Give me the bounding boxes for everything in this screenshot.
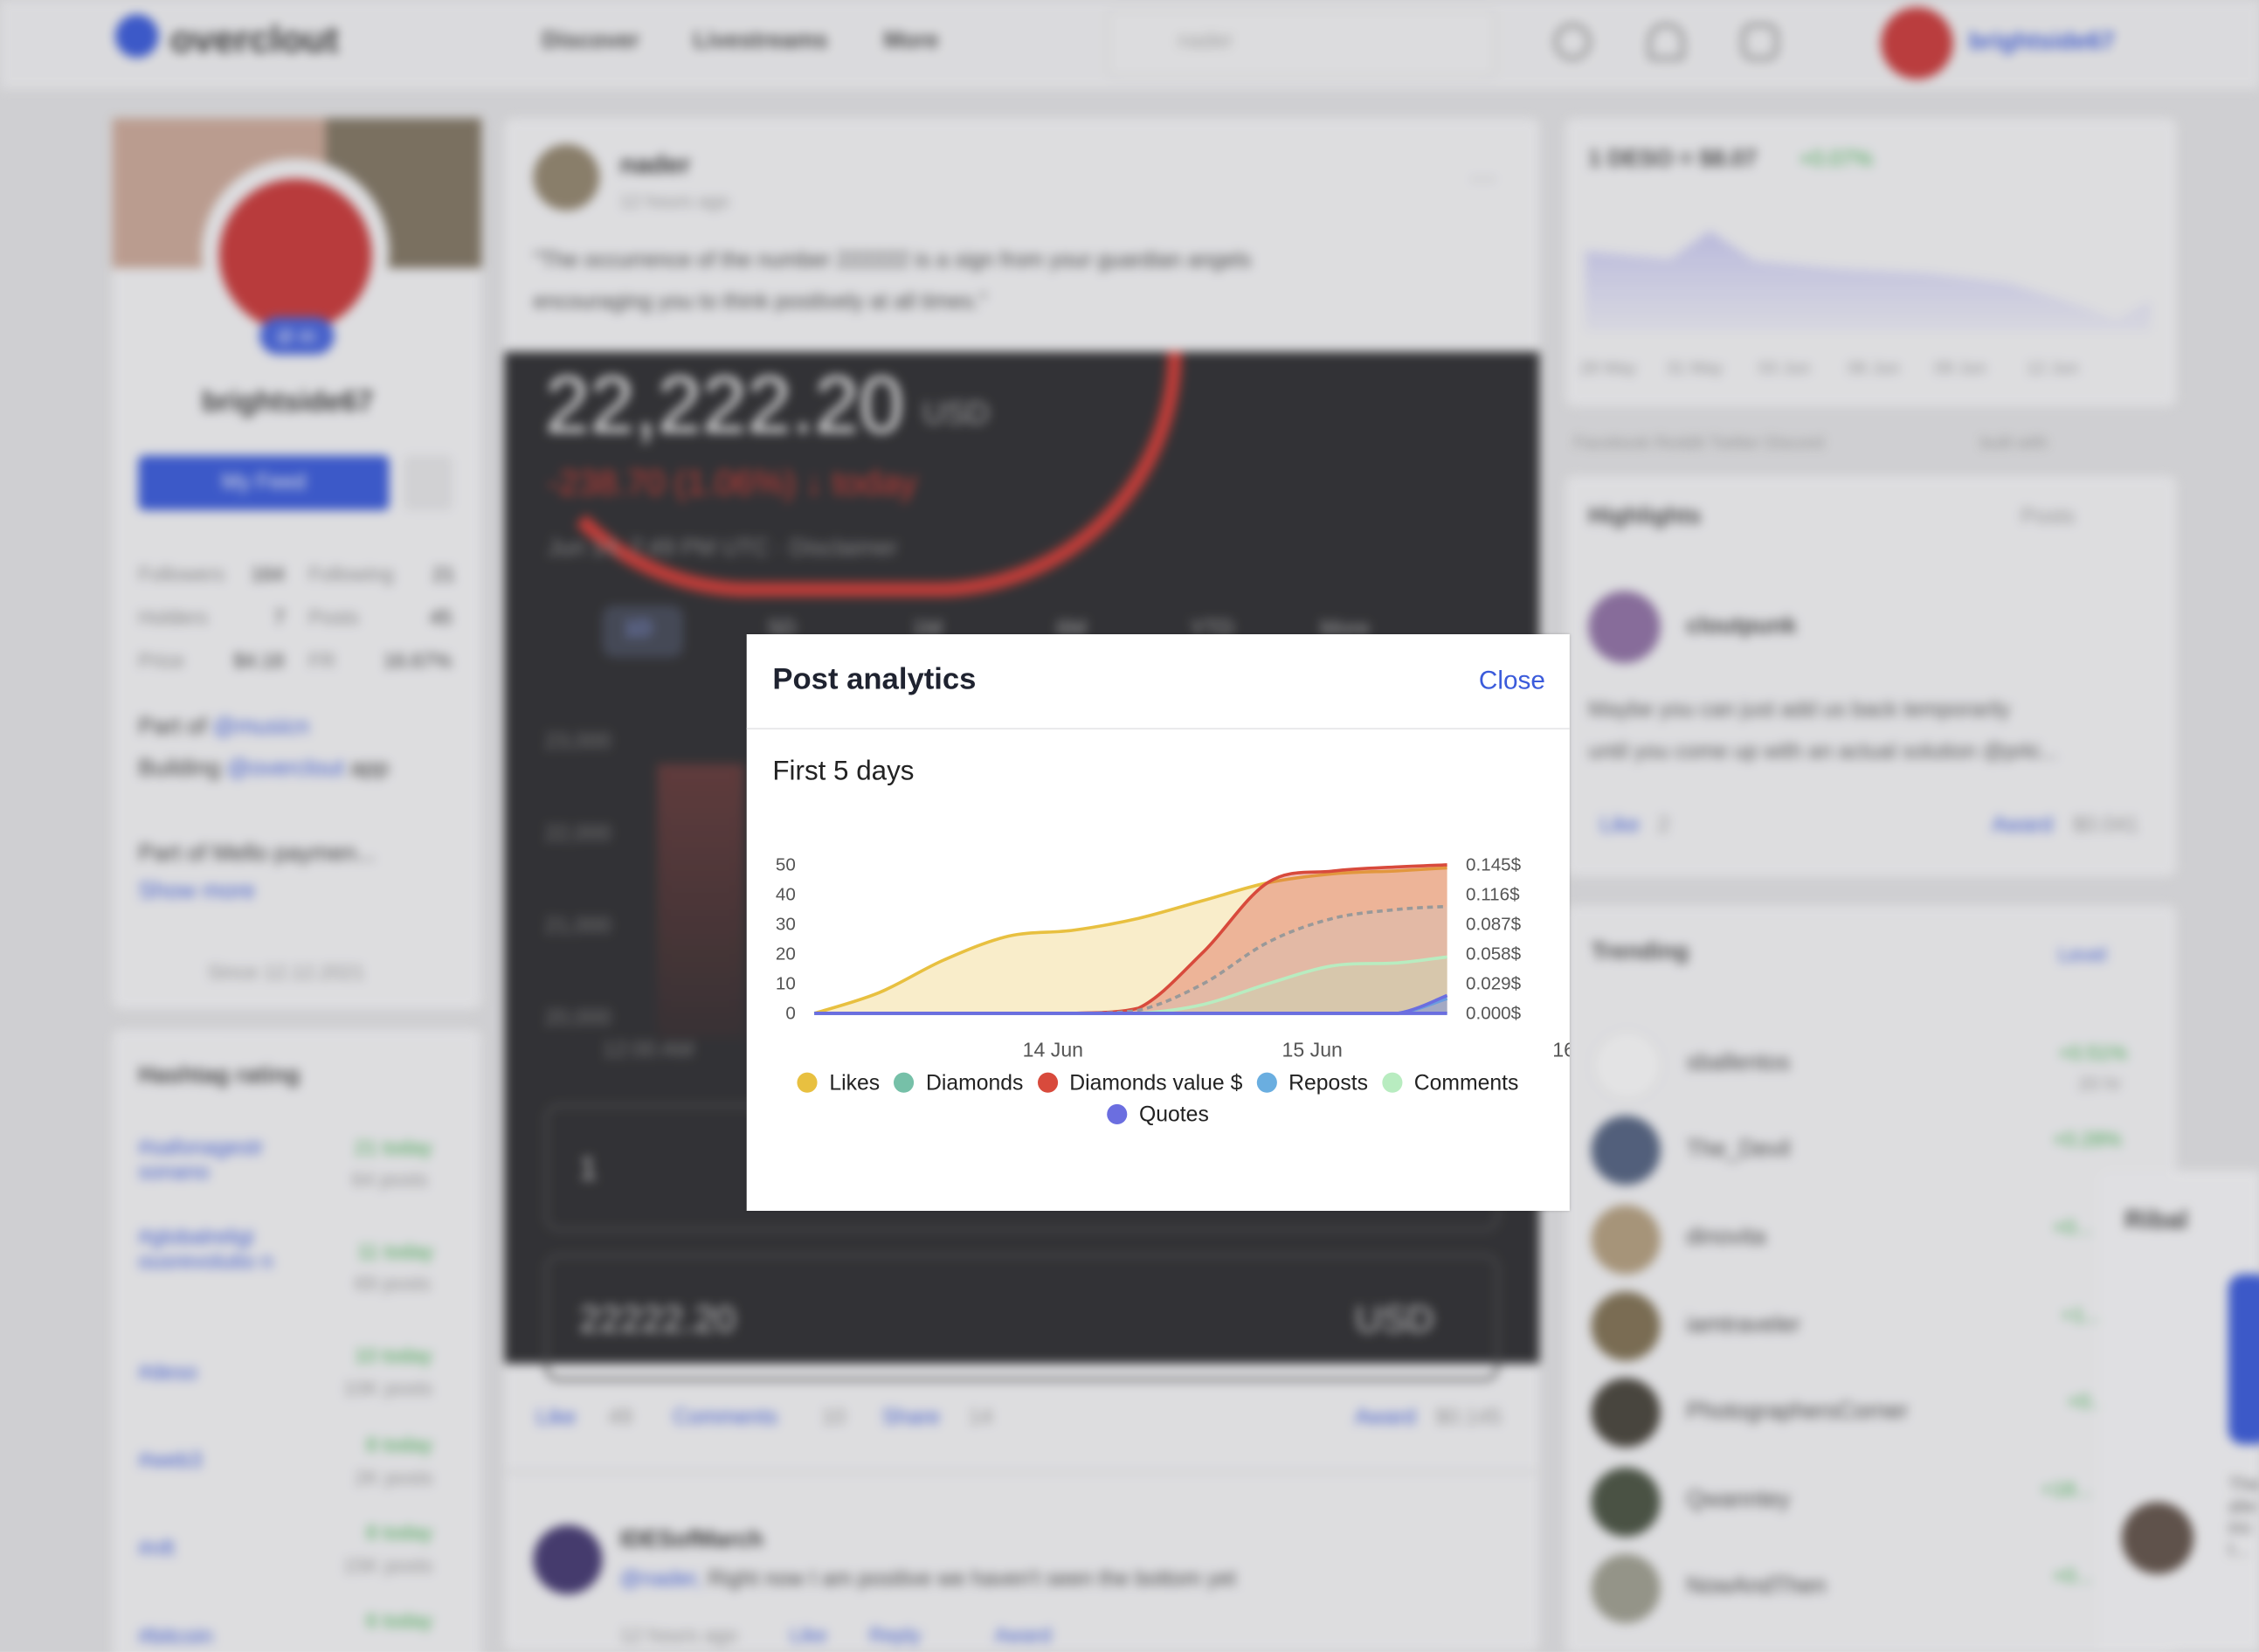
legend-label: Likes <box>829 1070 881 1096</box>
x-tick-1: 15 Jun <box>1282 1038 1343 1061</box>
legend-label: Diamonds value $ <box>1069 1070 1243 1096</box>
y-left-tick-3: 30 <box>776 915 796 935</box>
legend-dot-icon <box>894 1072 915 1093</box>
modal-header: Post analytics Close <box>746 634 1570 729</box>
y-right-tick-2: 0.058$ <box>1466 944 1522 964</box>
y-right-tick-3: 0.087$ <box>1466 915 1522 935</box>
post-analytics-modal: Post analytics Close First 5 days 0 10 20 3… <box>746 634 1570 1211</box>
x-tick-2: 16 J <box>1552 1038 1570 1061</box>
legend-label: Diamonds <box>925 1070 1024 1096</box>
legend-label: Comments <box>1413 1070 1519 1096</box>
y-right-tick-4: 0.116$ <box>1466 885 1520 905</box>
legend-item-likes[interactable]: Likes <box>798 1068 880 1100</box>
close-button[interactable]: Close <box>1479 666 1545 696</box>
chart-legend: Likes Diamonds Diamonds value $ Reposts Comm… <box>747 1068 1570 1132</box>
legend-dot-icon <box>798 1072 819 1093</box>
x-tick-0: 14 Jun <box>1023 1038 1083 1061</box>
legend-item-reposts[interactable]: Reposts <box>1256 1068 1368 1100</box>
legend-item-comments[interactable]: Comments <box>1382 1068 1518 1100</box>
legend-label: Quotes <box>1139 1102 1209 1128</box>
legend-item-quotes[interactable]: Quotes <box>1107 1100 1209 1131</box>
legend-dot-icon <box>1107 1103 1128 1124</box>
legend-item-diamonds-value-[interactable]: Diamonds value $ <box>1037 1068 1243 1100</box>
y-right-tick-5: 0.145$ <box>1466 855 1522 875</box>
legend-dot-icon <box>1037 1072 1059 1093</box>
y-right-tick-1: 0.029$ <box>1466 974 1522 994</box>
y-left-tick-0: 0 <box>785 1004 795 1024</box>
y-left-tick-4: 40 <box>776 885 796 905</box>
modal-subtitle: First 5 days <box>772 757 915 787</box>
legend-item-diamonds[interactable]: Diamonds <box>894 1068 1024 1100</box>
y-left-tick-1: 10 <box>776 974 796 994</box>
analytics-chart: 0 10 20 30 40 50 0.000$ 0.029$ 0.058$ 0.087$ 0.116… <box>776 855 1570 1061</box>
y-right-tick-0: 0.000$ <box>1466 1004 1522 1024</box>
legend-dot-icon <box>1382 1072 1403 1093</box>
legend-dot-icon <box>1256 1072 1277 1093</box>
y-left-tick-2: 20 <box>776 944 796 964</box>
modal-title: Post analytics <box>772 663 977 696</box>
y-left-tick-5: 50 <box>776 855 796 875</box>
legend-label: Reposts <box>1288 1070 1368 1096</box>
